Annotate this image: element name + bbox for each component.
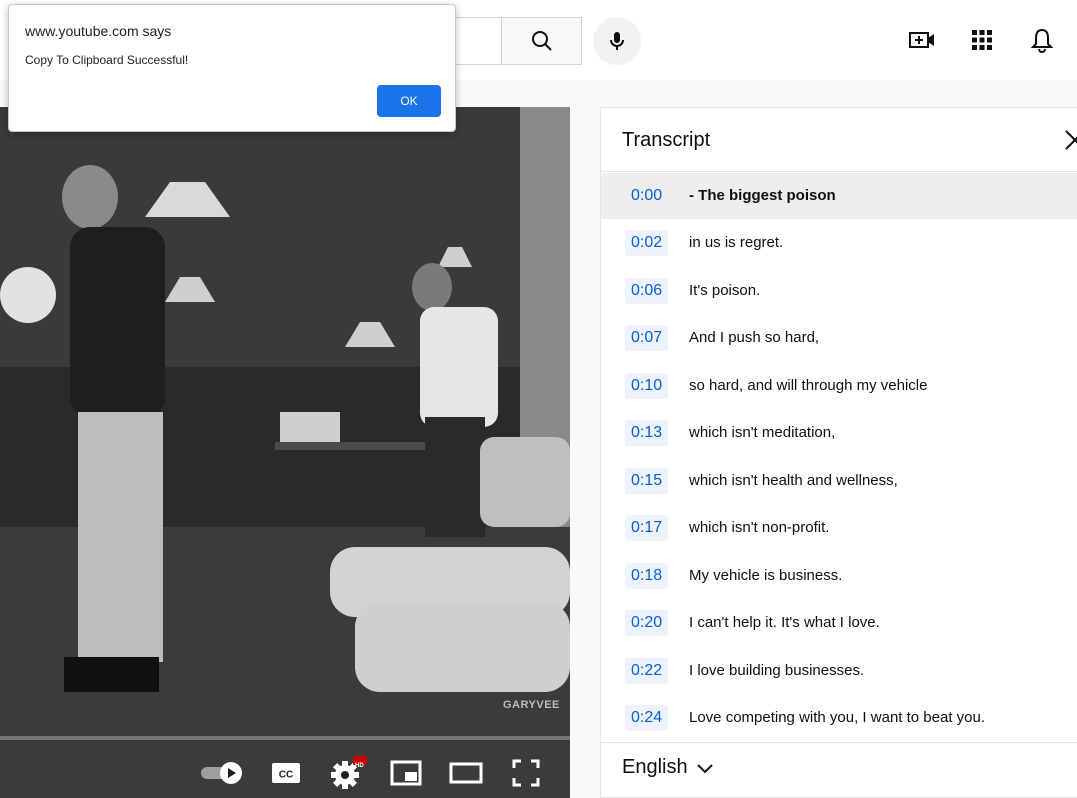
search-icon bbox=[531, 31, 552, 51]
fullscreen-icon bbox=[512, 759, 540, 787]
apps-grid-icon bbox=[972, 30, 992, 50]
transcript-title: Transcript bbox=[622, 129, 711, 151]
transcript-segment[interactable]: 0:07 And I push so hard, bbox=[601, 315, 1077, 361]
language-selector[interactable]: English bbox=[622, 756, 714, 779]
transcript-segment[interactable]: 0:10 so hard, and will through my vehicl… bbox=[601, 363, 1077, 409]
segment-timestamp[interactable]: 0:22 bbox=[625, 658, 669, 684]
transcript-segment[interactable]: 0:06 It's poison. bbox=[601, 268, 1077, 314]
transcript-segment[interactable]: 0:15 which isn't health and wellness, bbox=[601, 458, 1077, 504]
notifications-bell-icon bbox=[1030, 28, 1054, 53]
transcript-segment[interactable]: 0:13 which isn't meditation, bbox=[601, 410, 1077, 456]
channel-watermark: GARYVEE bbox=[503, 699, 560, 711]
segment-text: in us is regret. bbox=[689, 234, 784, 251]
voice-search-button[interactable] bbox=[593, 17, 641, 65]
hd-badge: HD bbox=[355, 763, 364, 769]
autoplay-icon bbox=[201, 762, 242, 784]
settings-button[interactable]: HD bbox=[326, 755, 370, 791]
segment-text: And I push so hard, bbox=[689, 329, 820, 346]
notifications-button[interactable] bbox=[1024, 22, 1060, 58]
theater-mode-button[interactable] bbox=[446, 755, 486, 791]
transcript-segment[interactable]: 0:20 I can't help it. It's what I love. bbox=[601, 600, 1077, 646]
divider bbox=[601, 171, 1077, 172]
segment-text: which isn't non-profit. bbox=[689, 519, 830, 536]
segment-timestamp[interactable]: 0:20 bbox=[625, 610, 669, 636]
fullscreen-button[interactable] bbox=[506, 755, 546, 791]
segment-timestamp[interactable]: 0:10 bbox=[625, 373, 669, 399]
close-icon bbox=[1065, 130, 1077, 150]
chevron-down-icon bbox=[696, 763, 713, 773]
segment-text: It's poison. bbox=[689, 282, 761, 299]
miniplayer-button[interactable] bbox=[386, 755, 426, 791]
microphone-icon bbox=[610, 32, 624, 50]
settings-gear-icon bbox=[331, 756, 367, 789]
apps-button[interactable] bbox=[964, 22, 1000, 58]
transcript-panel: Transcript 0:00 - The biggest poison 0:0… bbox=[600, 107, 1077, 798]
segment-timestamp[interactable]: 0:13 bbox=[625, 420, 669, 446]
segment-timestamp[interactable]: 0:06 bbox=[625, 278, 669, 304]
segment-text: which isn't health and wellness, bbox=[689, 472, 898, 489]
close-transcript-button[interactable] bbox=[1061, 126, 1077, 154]
miniplayer-icon bbox=[390, 760, 422, 786]
language-label: English bbox=[622, 756, 688, 778]
create-video-icon bbox=[909, 32, 934, 48]
transcript-segment[interactable]: 0:18 My vehicle is business. bbox=[601, 553, 1077, 599]
segment-timestamp[interactable]: 0:18 bbox=[625, 563, 669, 589]
segment-text: so hard, and will through my vehicle bbox=[689, 377, 928, 394]
segment-text: My vehicle is business. bbox=[689, 567, 843, 584]
alert-dialog: www.youtube.com says Copy To Clipboard S… bbox=[8, 4, 456, 132]
segment-timestamp[interactable]: 0:00 bbox=[625, 183, 668, 209]
segment-timestamp[interactable]: 0:02 bbox=[625, 230, 669, 256]
transcript-segment[interactable]: 0:24 Love competing with you, I want to … bbox=[601, 695, 1077, 741]
segment-text: I love building businesses. bbox=[689, 662, 865, 679]
dialog-title: www.youtube.com says bbox=[25, 23, 172, 39]
closed-captions-icon: CC bbox=[272, 763, 300, 783]
segment-timestamp[interactable]: 0:17 bbox=[625, 515, 669, 541]
divider bbox=[601, 742, 1077, 743]
video-frame bbox=[0, 107, 570, 798]
segment-timestamp[interactable]: 0:15 bbox=[625, 468, 669, 494]
create-button[interactable] bbox=[904, 22, 940, 58]
transcript-segment[interactable]: 0:02 in us is regret. bbox=[601, 220, 1077, 266]
progress-bar[interactable] bbox=[0, 736, 570, 740]
captions-button[interactable]: CC bbox=[266, 755, 306, 791]
transcript-segment[interactable]: 0:22 I love building businesses. bbox=[601, 648, 1077, 694]
segment-timestamp[interactable]: 0:24 bbox=[625, 705, 669, 731]
svg-text:CC: CC bbox=[279, 770, 293, 781]
autoplay-toggle[interactable] bbox=[198, 755, 246, 791]
segment-text: - The biggest poison bbox=[689, 187, 836, 204]
dialog-message: Copy To Clipboard Successful! bbox=[25, 53, 189, 67]
video-player[interactable]: GARYVEE CC HD bbox=[0, 107, 570, 798]
theater-mode-icon bbox=[449, 762, 483, 784]
ok-button[interactable]: OK bbox=[377, 85, 441, 117]
transcript-segment[interactable]: 0:00 - The biggest poison bbox=[601, 173, 1077, 219]
player-controls: CC HD bbox=[0, 747, 570, 798]
segment-text: I can't help it. It's what I love. bbox=[689, 614, 880, 631]
segment-text: Love competing with you, I want to beat … bbox=[689, 709, 986, 726]
transcript-segment[interactable]: 0:17 which isn't non-profit. bbox=[601, 505, 1077, 551]
search-button[interactable] bbox=[501, 17, 582, 65]
segment-timestamp[interactable]: 0:07 bbox=[625, 325, 669, 351]
segment-text: which isn't meditation, bbox=[689, 424, 836, 441]
